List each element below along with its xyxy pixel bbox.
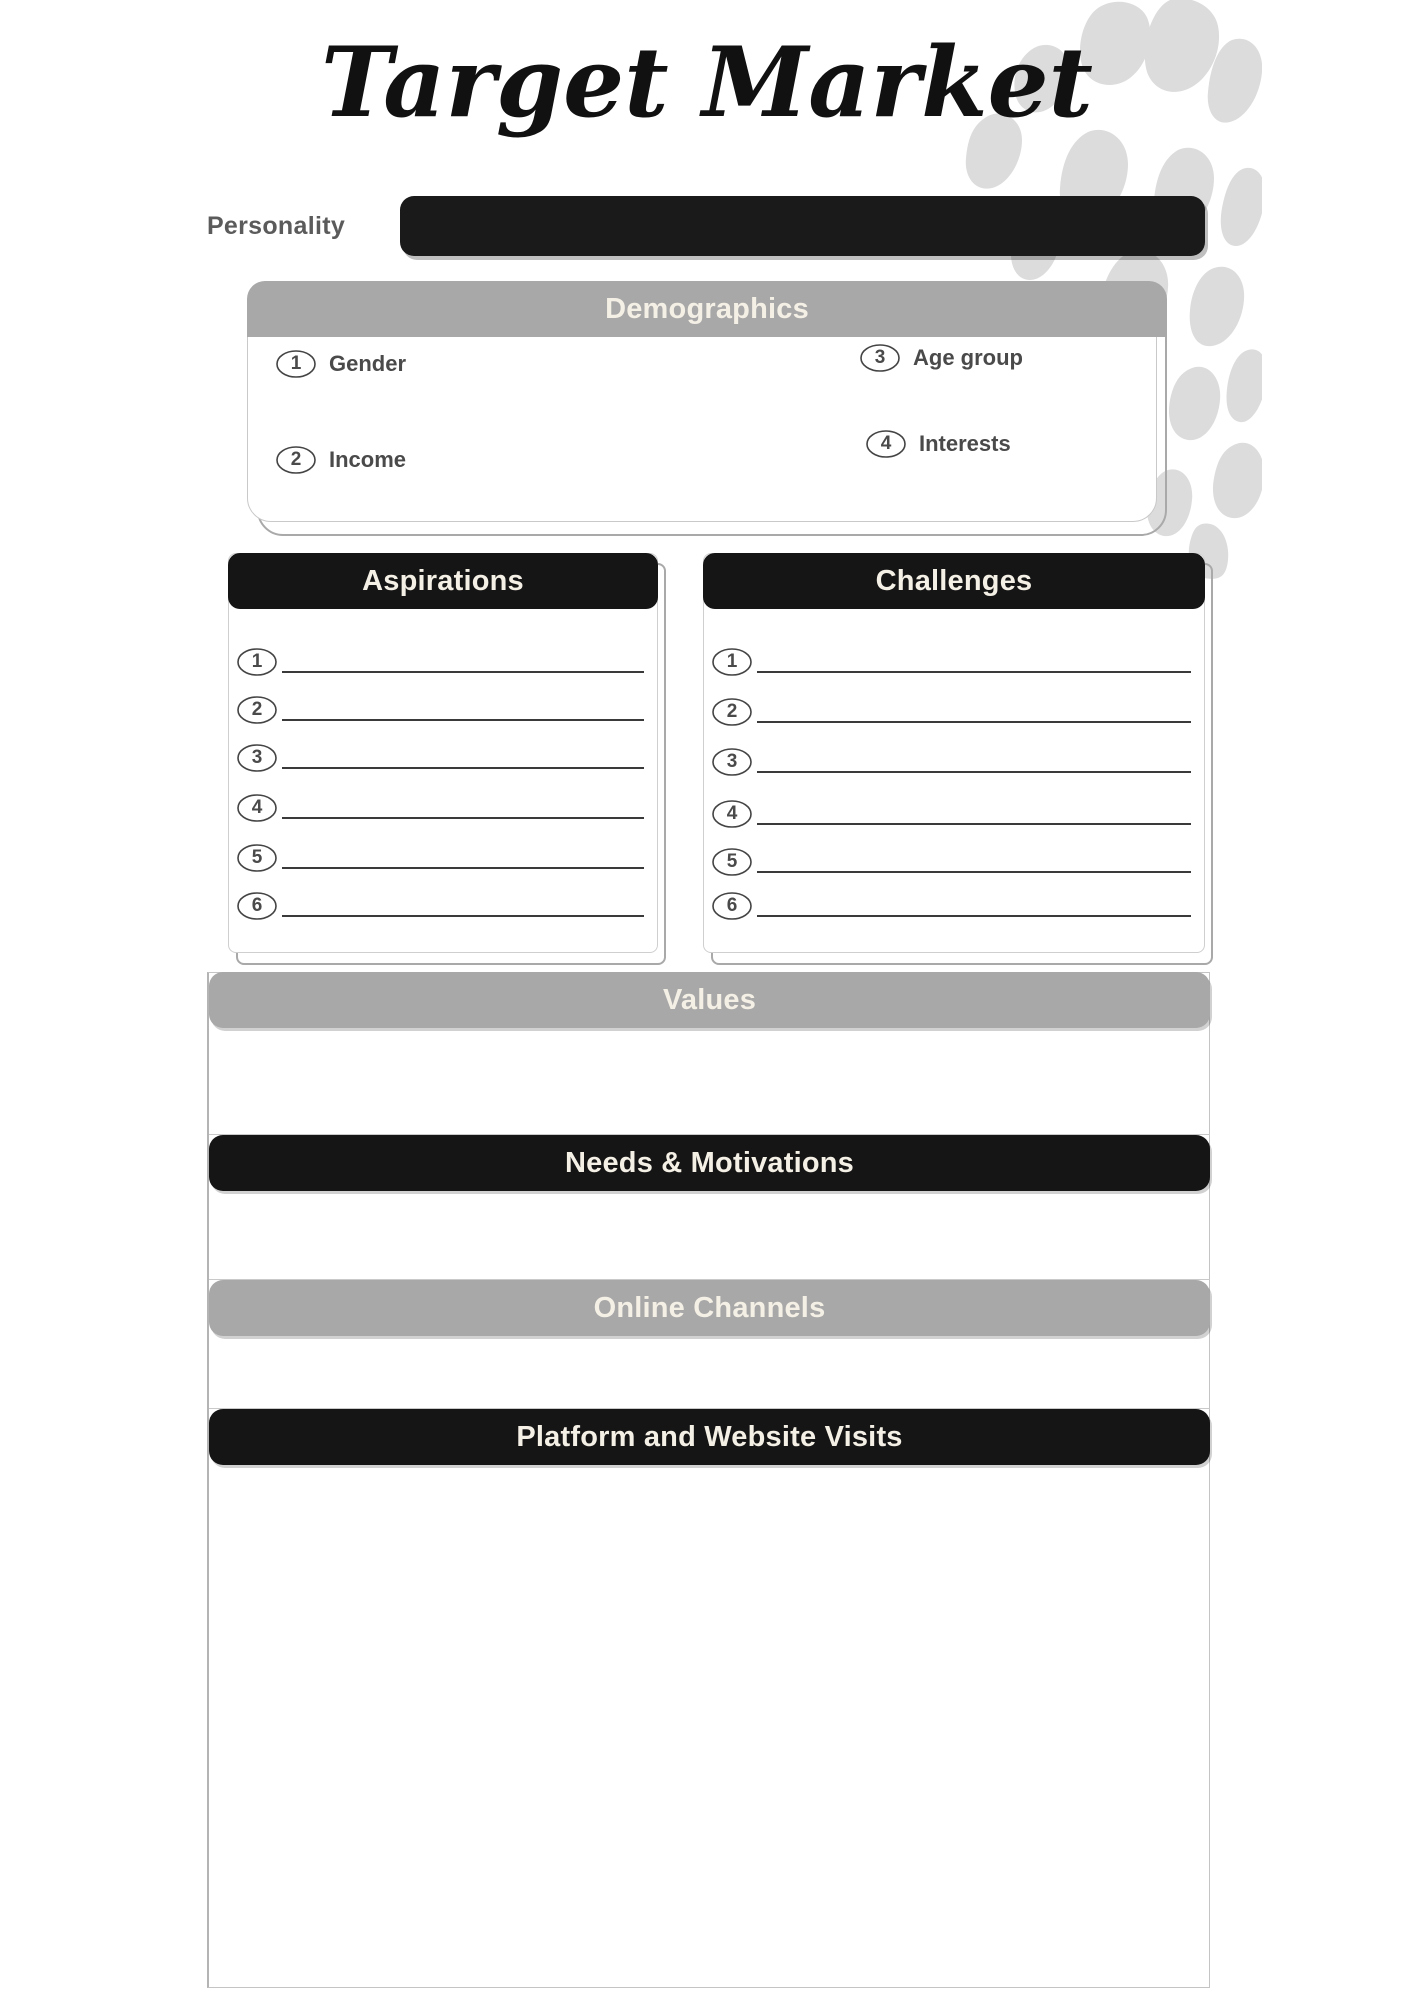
- list-item[interactable]: 1: [711, 647, 1191, 676]
- demographics-item-interests[interactable]: 4 Interests: [865, 429, 1011, 459]
- number-badge-1-icon: 1: [275, 349, 317, 379]
- number-badge-2-icon: 2: [236, 695, 278, 725]
- number-badge-label: 3: [251, 747, 263, 768]
- page-title: Target Market: [152, 6, 1262, 166]
- write-in-line[interactable]: [757, 823, 1191, 825]
- number-badge-6-icon: 6: [236, 891, 278, 921]
- demographics-item-age-group[interactable]: 3 Age group: [859, 343, 1023, 373]
- challenges-rows: 1 2 3 4 5 6: [703, 625, 1205, 957]
- list-item[interactable]: 5: [711, 847, 1191, 876]
- number-badge-3-icon: 3: [859, 343, 901, 373]
- number-badge-4-icon: 4: [711, 799, 753, 829]
- section-header-platform-and-website-visits: Platform and Website Visits: [209, 1409, 1210, 1465]
- number-badge-2-icon: 2: [275, 445, 317, 475]
- list-item[interactable]: 4: [236, 793, 644, 822]
- needs-and-motivations-input[interactable]: [210, 1192, 1209, 1278]
- aspirations-header: Aspirations: [228, 553, 658, 609]
- bottom-sections: Values Needs & Motivations Online Channe…: [207, 972, 1210, 1988]
- section-header-values: Values: [209, 972, 1210, 1028]
- personality-label: Personality: [206, 211, 346, 240]
- demographics-item-label: Interests: [919, 431, 1011, 456]
- number-badge-label: 1: [251, 651, 263, 672]
- write-in-line[interactable]: [282, 767, 644, 769]
- challenges-panel: Challenges 1 2 3 4 5 6: [703, 553, 1213, 965]
- demographics-item-label: Income: [329, 447, 407, 472]
- write-in-line[interactable]: [282, 867, 644, 869]
- online-channels-input[interactable]: [210, 1337, 1209, 1407]
- personality-row: Personality: [152, 192, 1262, 260]
- demographics-panel: Demographics 1 Gender 2 Income 3 Age gro…: [247, 281, 1167, 536]
- number-badge-label: 6: [726, 895, 738, 916]
- list-item[interactable]: 3: [711, 747, 1191, 776]
- list-item[interactable]: 6: [236, 891, 644, 920]
- number-badge-label: 5: [251, 847, 263, 868]
- challenges-header: Challenges: [703, 553, 1205, 609]
- aspirations-panel: Aspirations 1 2 3 4 5 6: [228, 553, 666, 965]
- number-badge-3-icon: 3: [236, 743, 278, 773]
- section-header-needs-and-motivations: Needs & Motivations: [209, 1135, 1210, 1191]
- list-item[interactable]: 2: [236, 695, 644, 724]
- number-badge-label: 6: [251, 895, 263, 916]
- write-in-line[interactable]: [282, 719, 644, 721]
- number-badge-4-icon: 4: [236, 793, 278, 823]
- number-badge-2-label: 2: [290, 449, 302, 470]
- platform-and-website-visits-input[interactable]: [210, 1466, 1209, 1586]
- write-in-line[interactable]: [282, 817, 644, 819]
- target-market-worksheet: Target Market Personality Demographics 1…: [152, 0, 1262, 2000]
- write-in-line[interactable]: [282, 671, 644, 673]
- number-badge-label: 2: [251, 699, 263, 720]
- number-badge-4-icon: 4: [865, 429, 907, 459]
- list-item[interactable]: 6: [711, 891, 1191, 920]
- number-badge-1-icon: 1: [236, 647, 278, 677]
- values-input[interactable]: [210, 1029, 1209, 1133]
- write-in-line[interactable]: [757, 915, 1191, 917]
- list-item[interactable]: 5: [236, 843, 644, 872]
- demographics-item-income[interactable]: 2 Income: [275, 445, 406, 475]
- number-badge-3-label: 3: [874, 347, 886, 368]
- number-badge-4-label: 4: [880, 433, 892, 454]
- demographics-item-label: Age group: [913, 345, 1023, 370]
- write-in-line[interactable]: [757, 771, 1191, 773]
- number-badge-label: 4: [251, 797, 263, 818]
- page-title-text: Target Market: [321, 26, 1093, 139]
- write-in-line[interactable]: [757, 871, 1191, 873]
- number-badge-label: 2: [726, 701, 738, 722]
- list-item[interactable]: 2: [711, 697, 1191, 726]
- demographics-header: Demographics: [247, 281, 1167, 337]
- list-item[interactable]: 4: [711, 799, 1191, 828]
- number-badge-6-icon: 6: [711, 891, 753, 921]
- number-badge-1-icon: 1: [711, 647, 753, 677]
- number-badge-label: 3: [726, 751, 738, 772]
- write-in-line[interactable]: [757, 721, 1191, 723]
- number-badge-label: 4: [726, 803, 738, 824]
- demographics-item-label: Gender: [329, 351, 407, 376]
- number-badge-5-icon: 5: [711, 847, 753, 877]
- list-item[interactable]: 1: [236, 647, 644, 676]
- number-badge-3-icon: 3: [711, 747, 753, 777]
- number-badge-label: 5: [726, 851, 738, 872]
- demographics-item-gender[interactable]: 1 Gender: [275, 349, 406, 379]
- write-in-line[interactable]: [757, 671, 1191, 673]
- number-badge-2-icon: 2: [711, 697, 753, 727]
- number-badge-5-icon: 5: [236, 843, 278, 873]
- title-script-text: Target Market: [321, 26, 1093, 139]
- aspirations-rows: 1 2 3 4 5 6: [228, 625, 658, 957]
- write-in-line[interactable]: [282, 915, 644, 917]
- personality-input[interactable]: [400, 196, 1205, 256]
- number-badge-1-label: 1: [290, 353, 302, 374]
- number-badge-label: 1: [726, 651, 738, 672]
- list-item[interactable]: 3: [236, 743, 644, 772]
- section-header-online-channels: Online Channels: [209, 1280, 1210, 1336]
